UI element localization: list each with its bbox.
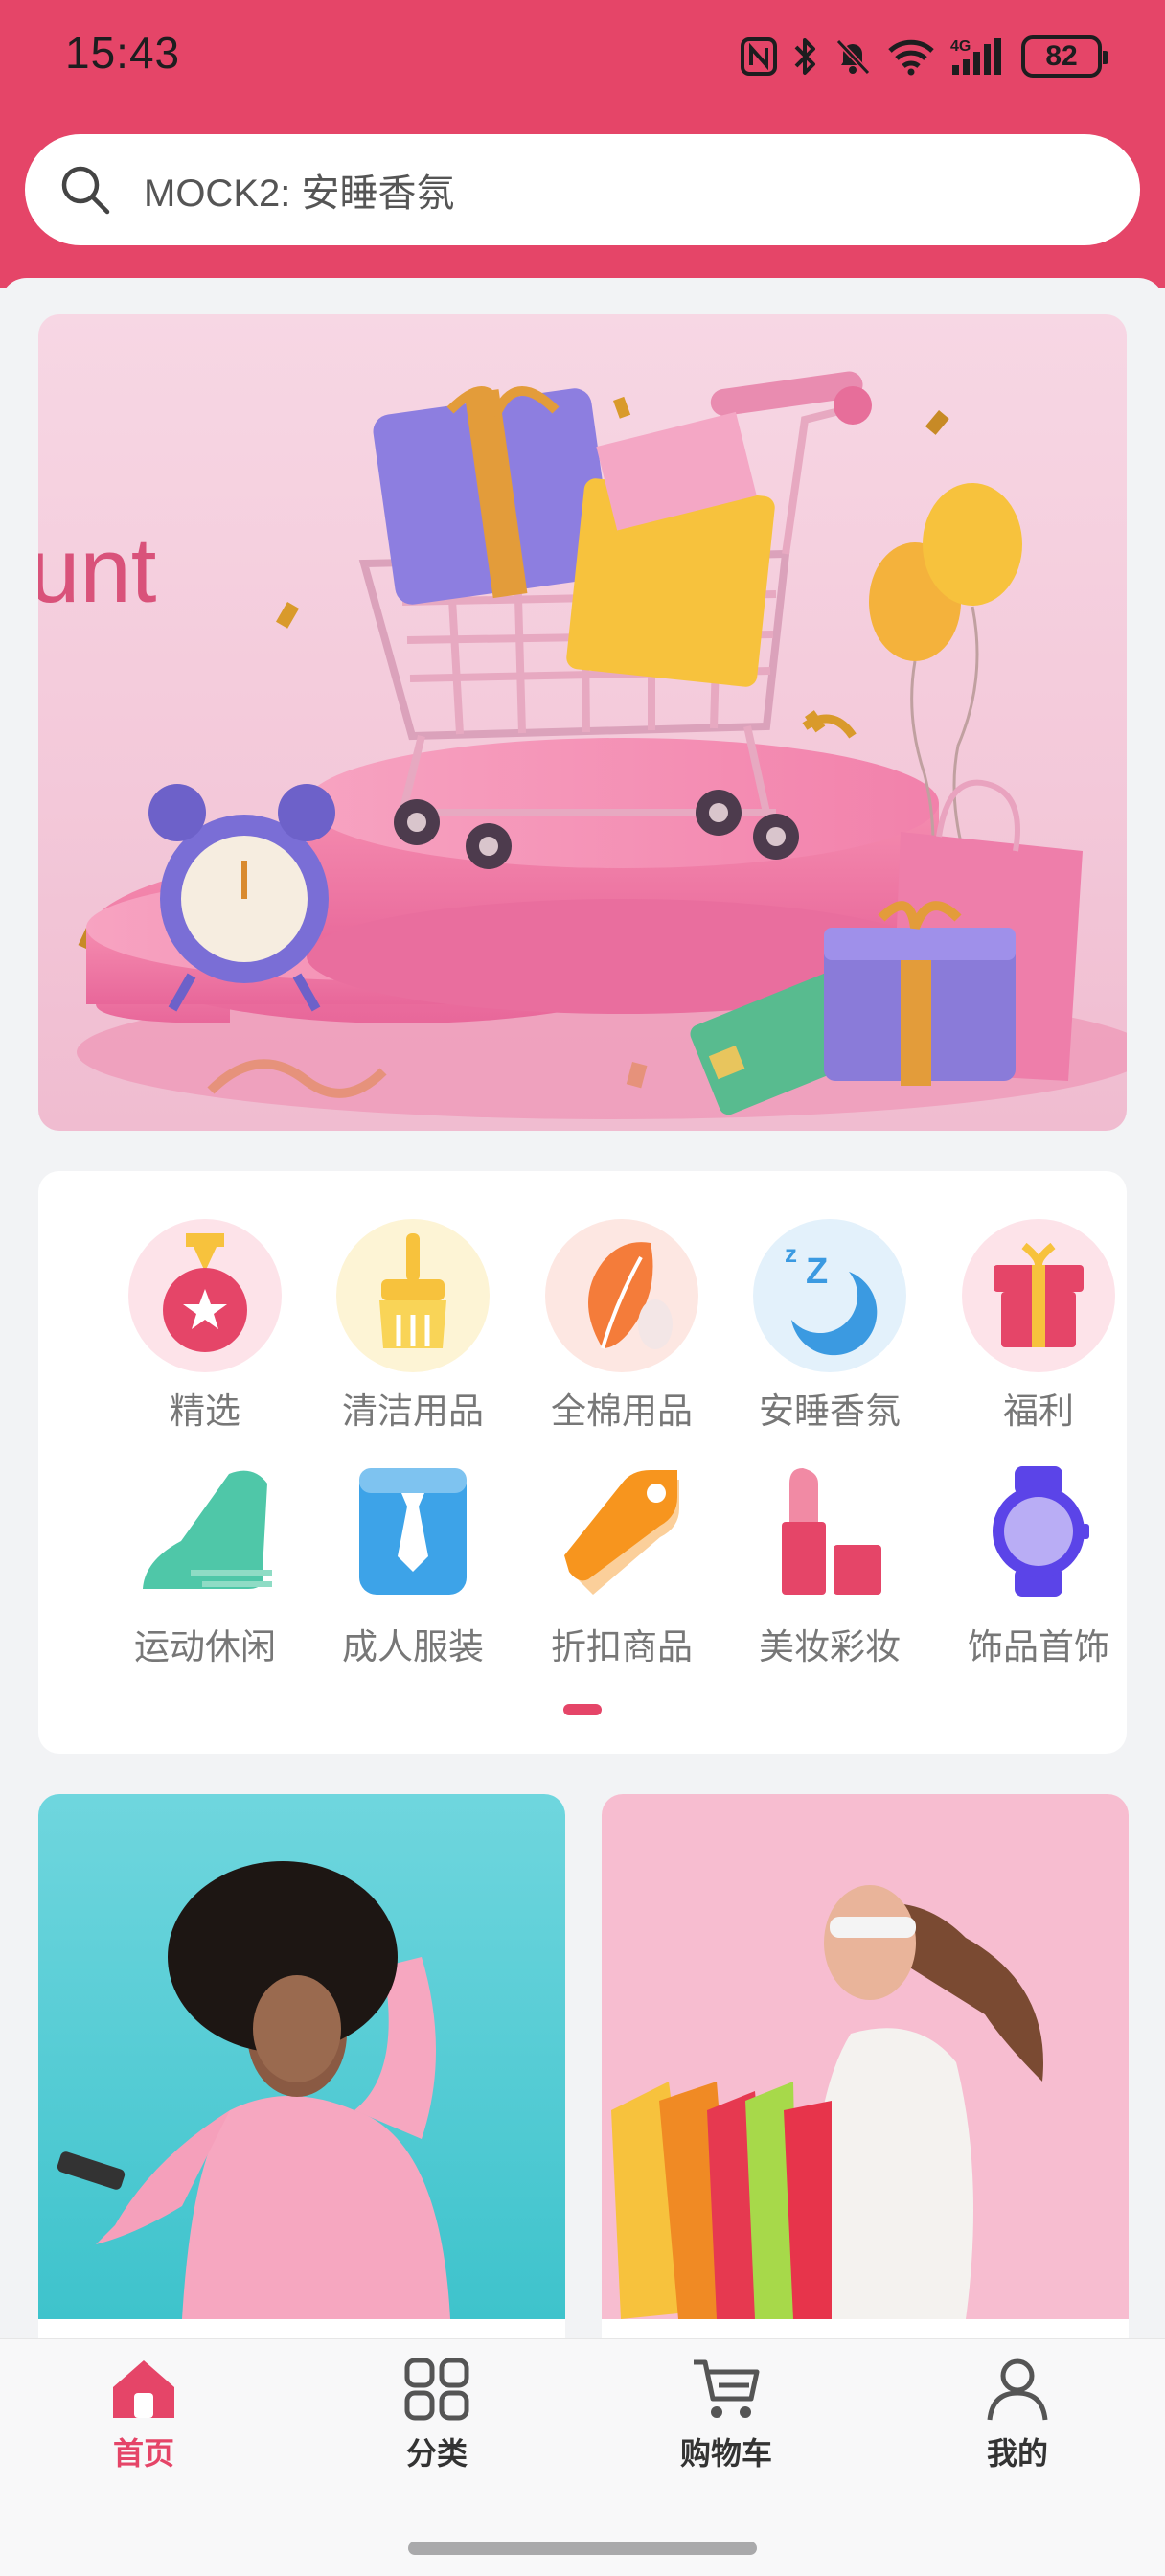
nfc-icon xyxy=(741,37,777,76)
cotton-leaf-icon xyxy=(545,1219,698,1372)
category-label: 清洁用品 xyxy=(342,1391,484,1432)
product-card[interactable] xyxy=(38,1794,565,2350)
banner-text: unt xyxy=(38,519,156,622)
home-icon xyxy=(113,2360,174,2418)
cart-icon xyxy=(694,2359,760,2418)
tab-category[interactable]: 分类 xyxy=(351,2357,523,2473)
svg-text:z: z xyxy=(785,1239,797,1268)
bluetooth-icon xyxy=(794,38,815,75)
price-tag-icon xyxy=(545,1455,698,1608)
user-icon xyxy=(987,2358,1048,2421)
product-image xyxy=(602,1794,1129,2319)
home-indicator xyxy=(408,2542,757,2555)
lipstick-icon xyxy=(753,1455,906,1608)
tab-label: 我的 xyxy=(986,2435,1048,2472)
category-label: 美妆彩妆 xyxy=(759,1626,901,1668)
grid-icon xyxy=(404,2358,469,2421)
category-item-welfare[interactable]: 福利 xyxy=(933,1219,1144,1434)
category-label: 福利 xyxy=(1003,1391,1074,1432)
medal-star-icon xyxy=(128,1219,282,1372)
cellular-signal-icon: 4G xyxy=(950,38,1001,75)
category-item-adult-clothing[interactable]: 成人服装 xyxy=(308,1455,518,1669)
status-time: 15:43 xyxy=(65,28,181,78)
category-label: 饰品首饰 xyxy=(968,1626,1109,1668)
tab-home[interactable]: 首页 xyxy=(57,2357,230,2473)
search-input[interactable]: MOCK2: 安睡香氛 xyxy=(144,162,454,218)
category-card: 精选 清洁用品 全棉用品 zZ 安睡香氛 福利 运动休闲 成人服装 折扣商品 美… xyxy=(38,1171,1127,1754)
battery-indicator: 82 xyxy=(1021,35,1108,78)
promo-banner[interactable]: unt xyxy=(38,314,1127,1131)
category-label: 精选 xyxy=(170,1391,240,1432)
svg-text:4G: 4G xyxy=(950,38,971,55)
tab-label: 购物车 xyxy=(679,2435,772,2472)
status-icons: 4G 82 xyxy=(740,33,1108,80)
tab-label: 分类 xyxy=(405,2435,468,2472)
category-label: 折扣商品 xyxy=(551,1626,693,1668)
category-label: 运动休闲 xyxy=(134,1626,276,1668)
category-item-cotton[interactable]: 全棉用品 xyxy=(516,1219,727,1434)
wifi-icon xyxy=(888,39,934,76)
svg-text:Z: Z xyxy=(806,1252,828,1292)
gift-icon xyxy=(962,1219,1115,1372)
status-bar: 15:43 4G 82 xyxy=(0,0,1165,115)
tab-cart[interactable]: 购物车 xyxy=(640,2357,812,2473)
category-item-accessories[interactable]: 饰品首饰 xyxy=(933,1455,1144,1669)
category-item-cleaning[interactable]: 清洁用品 xyxy=(308,1219,518,1434)
product-card[interactable] xyxy=(602,1794,1129,2350)
moon-sleep-icon: zZ xyxy=(753,1219,906,1372)
watch-icon xyxy=(962,1455,1115,1608)
tab-label: 首页 xyxy=(112,2435,174,2472)
category-label: 成人服装 xyxy=(342,1626,484,1668)
category-item-sports[interactable]: 运动休闲 xyxy=(100,1455,310,1669)
bell-muted-icon xyxy=(835,38,871,76)
bottom-tab-bar: 首页 分类 购物车 我的 xyxy=(0,2338,1165,2576)
category-label: 全棉用品 xyxy=(551,1391,693,1432)
shopping-cart-illustration: unt xyxy=(38,371,1127,1119)
search-bar[interactable]: MOCK2: 安睡香氛 xyxy=(25,134,1140,245)
category-item-discount[interactable]: 折扣商品 xyxy=(516,1455,727,1669)
shirt-tie-icon xyxy=(336,1455,490,1608)
tab-profile[interactable]: 我的 xyxy=(931,2357,1104,2473)
category-item-featured[interactable]: 精选 xyxy=(100,1219,310,1434)
category-item-makeup[interactable]: 美妆彩妆 xyxy=(724,1455,935,1669)
search-icon xyxy=(61,166,110,215)
broom-icon xyxy=(336,1219,490,1372)
page-indicator xyxy=(563,1704,602,1715)
product-image xyxy=(38,1794,565,2319)
category-label: 安睡香氛 xyxy=(759,1391,901,1432)
sneaker-icon xyxy=(128,1455,282,1608)
category-item-sleep[interactable]: zZ 安睡香氛 xyxy=(724,1219,935,1434)
